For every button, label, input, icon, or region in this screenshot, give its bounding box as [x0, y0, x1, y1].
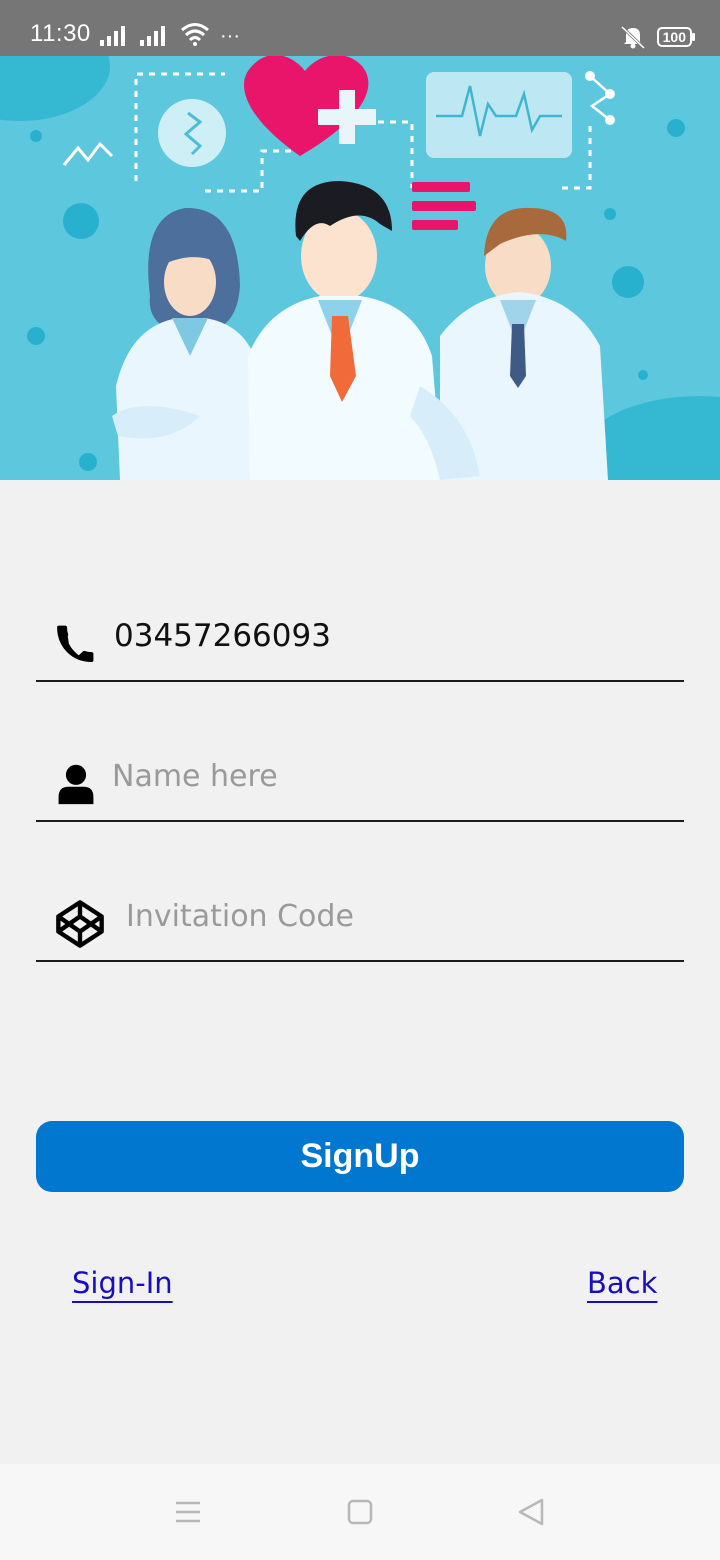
status-time: 11:30 [30, 20, 91, 47]
signup-button[interactable]: SignUp [36, 1121, 684, 1192]
doctors-illustration [0, 56, 720, 480]
signal-icon [100, 26, 125, 46]
vibrate-mute-icon [620, 25, 645, 50]
menu-icon[interactable] [166, 1490, 210, 1534]
status-more: ··· [220, 25, 240, 47]
status-bar: 11:30 ··· 100 [0, 0, 720, 56]
phone-icon [57, 625, 94, 662]
home-square-icon[interactable] [338, 1490, 382, 1534]
battery-indicator: 100 [656, 27, 696, 47]
navigation-bar [0, 1464, 720, 1560]
name-field[interactable] [36, 740, 684, 822]
back-link[interactable]: Back [587, 1266, 657, 1300]
phone-field[interactable]: 03457266093 [36, 600, 684, 682]
user-icon [58, 764, 94, 805]
phone-value[interactable]: 03457266093 [114, 618, 331, 654]
invitation-code-field[interactable] [36, 880, 684, 962]
back-triangle-icon[interactable] [510, 1490, 554, 1534]
codepen-cube-icon [56, 900, 104, 948]
wifi-icon [181, 23, 209, 46]
signal-icon-2 [140, 26, 165, 46]
invitation-code-input[interactable] [126, 892, 666, 940]
sign-in-link[interactable]: Sign-In [72, 1266, 173, 1300]
name-input[interactable] [112, 752, 652, 800]
